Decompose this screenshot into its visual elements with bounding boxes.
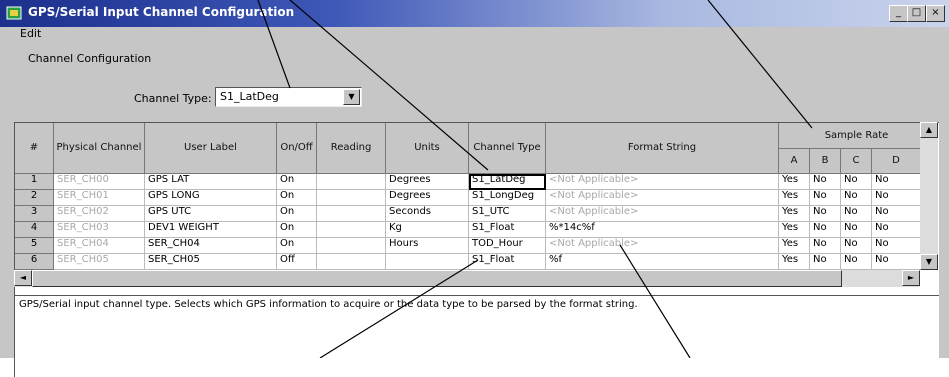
config-window: GPS/Serial Input Channel Configuration _… [0, 0, 949, 377]
callout-lines [257, 0, 813, 358]
